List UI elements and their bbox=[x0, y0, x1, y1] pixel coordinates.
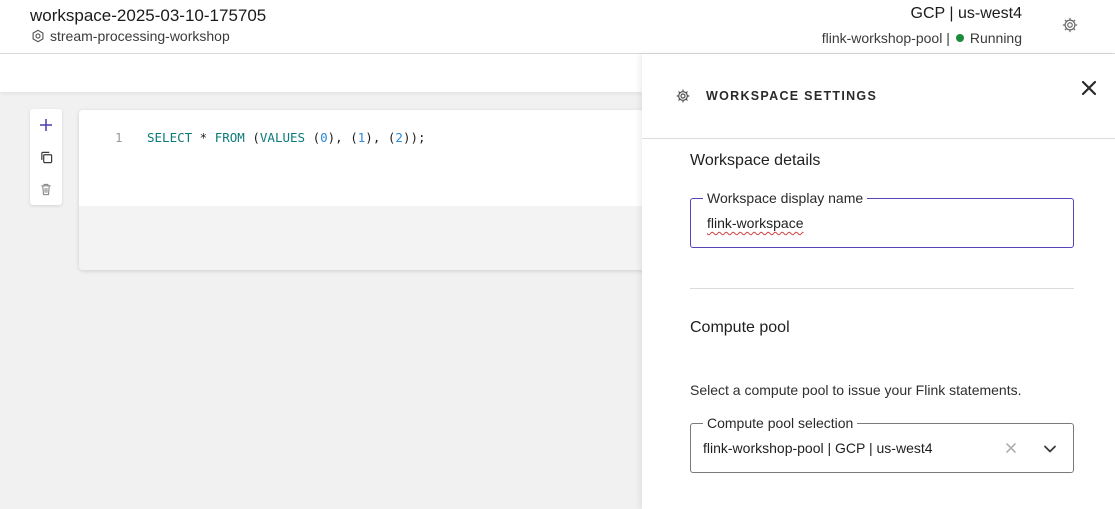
environment-icon bbox=[32, 29, 44, 43]
compute-pool-help: Select a compute pool to issue your Flin… bbox=[690, 382, 1022, 398]
compute-pool-heading: Compute pool bbox=[690, 319, 790, 336]
workspace-details-heading: Workspace details bbox=[690, 152, 821, 169]
sql-code[interactable]: SELECT * FROM (VALUES (0), (1), (2)); bbox=[147, 130, 426, 145]
line-number: 1 bbox=[115, 130, 123, 145]
workspace-toolbar bbox=[0, 54, 642, 92]
environment-link[interactable]: stream-processing-workshop bbox=[31, 28, 230, 44]
status-text: Running bbox=[969, 30, 1022, 46]
clear-icon[interactable] bbox=[1004, 441, 1018, 455]
chevron-down-icon[interactable] bbox=[1042, 442, 1058, 456]
delete-cell-icon[interactable] bbox=[38, 181, 54, 197]
display-name-input[interactable]: flink-workspace bbox=[707, 215, 803, 231]
add-cell-icon[interactable] bbox=[38, 117, 54, 133]
sql-number: 2 bbox=[395, 130, 403, 145]
sql-token: ), ( bbox=[327, 130, 358, 145]
cell-results-area bbox=[79, 206, 679, 270]
sql-number: 0 bbox=[320, 130, 328, 145]
cell-actions bbox=[30, 109, 62, 205]
gear-icon bbox=[676, 89, 690, 103]
workspace-settings-panel: WORKSPACE SETTINGS Workspace details Wor… bbox=[642, 54, 1115, 509]
section-divider bbox=[690, 288, 1074, 289]
compute-pool-label: Compute pool selection bbox=[703, 415, 858, 431]
display-name-label: Workspace display name bbox=[703, 190, 868, 206]
sql-editor-cell[interactable]: 1 SELECT * FROM (VALUES (0), (1), (2)); bbox=[79, 110, 679, 270]
compute-pool-value: flink-workshop-pool | GCP | us-west4 bbox=[703, 440, 933, 456]
pool-name[interactable]: flink-workshop-pool | bbox=[822, 30, 950, 46]
sql-token: ( bbox=[244, 130, 260, 145]
settings-gear-icon[interactable] bbox=[1061, 16, 1079, 34]
workspace-header: workspace-2025-03-10-175705 stream-proce… bbox=[0, 0, 1115, 54]
sql-keyword: FROM bbox=[214, 130, 245, 145]
sql-token: ( bbox=[305, 130, 321, 145]
environment-name: stream-processing-workshop bbox=[50, 28, 230, 44]
status-dot bbox=[955, 34, 964, 42]
workspace-title[interactable]: workspace-2025-03-10-175705 bbox=[30, 6, 266, 26]
pool-status: flink-workshop-pool | Running bbox=[822, 30, 1022, 46]
copy-cell-icon[interactable] bbox=[38, 149, 54, 165]
close-icon[interactable] bbox=[1079, 78, 1099, 98]
panel-title: WORKSPACE SETTINGS bbox=[706, 89, 878, 103]
sql-token: * bbox=[192, 130, 215, 145]
panel-header: WORKSPACE SETTINGS bbox=[642, 54, 1115, 139]
display-name-field[interactable]: Workspace display name flink-workspace bbox=[690, 190, 1074, 248]
compute-pool-select[interactable]: Compute pool selection flink-workshop-po… bbox=[690, 415, 1074, 473]
sql-token: ), ( bbox=[365, 130, 396, 145]
cloud-region: GCP | us-west4 bbox=[910, 5, 1022, 22]
sql-keyword: SELECT bbox=[147, 130, 193, 145]
sql-token: )); bbox=[402, 130, 426, 145]
sql-keyword: VALUES bbox=[259, 130, 306, 145]
